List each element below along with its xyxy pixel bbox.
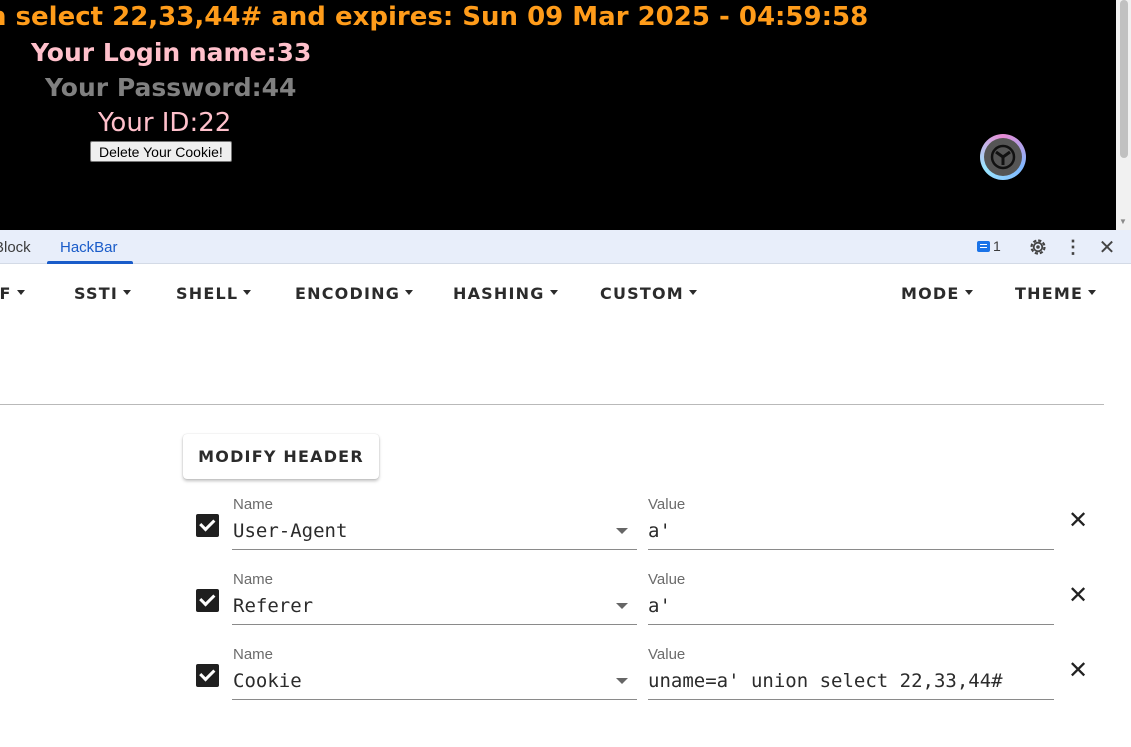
web-page: n select 22,33,44# and expires: Sun 09 M… (0, 0, 1116, 230)
extension-logo-icon (984, 138, 1022, 176)
header-row: Name Value Referer a' ✕ (0, 571, 1131, 646)
menu-rf[interactable]: RF (0, 284, 25, 303)
header-enabled-checkbox[interactable] (196, 514, 219, 537)
menu-encoding[interactable]: ENCODING (295, 284, 414, 303)
header-value-input[interactable]: a' (648, 516, 1054, 550)
caret-down-icon (549, 290, 558, 295)
id-text: Your ID:22 (98, 108, 232, 138)
devtools-tab-bar: Block HackBar 1 ⋮ ✕ (0, 230, 1131, 264)
caret-down-icon (1088, 290, 1097, 295)
value-label: Value (648, 496, 686, 513)
header-value-input[interactable]: uname=a' union select 22,33,44# (648, 666, 1054, 700)
menu-custom-label: CUSTOM (600, 284, 684, 303)
section-divider (0, 404, 1104, 405)
header-name-value: Referer (233, 595, 314, 617)
page-scrollbar[interactable]: ▼ (1116, 0, 1131, 230)
header-enabled-checkbox[interactable] (196, 589, 219, 612)
scrollbar-thumb[interactable] (1120, 0, 1128, 158)
tab-block[interactable]: Block (0, 239, 31, 256)
header-value-input[interactable]: a' (648, 591, 1054, 625)
caret-down-icon (405, 290, 414, 295)
cookie-expire-text: n select 22,33,44# and expires: Sun 09 M… (0, 2, 869, 32)
menu-hashing-label: HASHING (453, 284, 545, 303)
gear-icon[interactable] (1027, 236, 1049, 258)
dropdown-arrow-icon (616, 603, 628, 609)
menu-rf-label: RF (0, 284, 12, 303)
header-row: Name Value Cookie uname=a' union select … (0, 646, 1131, 721)
menu-mode[interactable]: MODE (901, 284, 973, 303)
caret-down-icon (688, 290, 697, 295)
header-name-value: User-Agent (233, 520, 348, 542)
header-enabled-checkbox[interactable] (196, 664, 219, 687)
name-label: Name (233, 496, 274, 513)
header-name-select[interactable]: Cookie (232, 666, 637, 700)
message-icon (977, 240, 990, 252)
name-label: Name (233, 646, 274, 663)
menu-theme-label: THEME (1015, 284, 1084, 303)
more-vert-icon[interactable]: ⋮ (1062, 236, 1084, 258)
header-row: Name Value User-Agent a' ✕ (0, 496, 1131, 571)
modify-header-button[interactable]: MODIFY HEADER (183, 434, 379, 479)
header-name-select[interactable]: User-Agent (232, 516, 637, 550)
caret-down-icon (123, 290, 131, 295)
caret-down-icon (964, 290, 973, 295)
remove-header-icon[interactable]: ✕ (1068, 659, 1088, 683)
menu-encoding-label: ENCODING (295, 284, 401, 303)
close-icon[interactable]: ✕ (1096, 236, 1118, 259)
value-label: Value (648, 646, 686, 663)
menu-custom[interactable]: CUSTOM (600, 284, 697, 303)
password-text: Your Password:44 (45, 73, 297, 102)
menu-theme[interactable]: THEME (1015, 284, 1097, 303)
value-label: Value (648, 571, 686, 588)
dropdown-arrow-icon (616, 678, 628, 684)
header-name-value: Cookie (233, 670, 302, 692)
login-name-text: Your Login name:33 (31, 38, 312, 67)
name-label: Name (233, 571, 274, 588)
menu-ssti-label: SSTI (74, 284, 118, 303)
menu-mode-label: MODE (901, 284, 960, 303)
remove-header-icon[interactable]: ✕ (1068, 584, 1088, 608)
menu-shell[interactable]: SHELL (176, 284, 252, 303)
tab-hackbar[interactable]: HackBar (60, 239, 118, 256)
menu-ssti[interactable]: SSTI (74, 284, 131, 303)
scroll-down-arrow-icon[interactable]: ▼ (1119, 217, 1127, 226)
menu-hashing[interactable]: HASHING (453, 284, 558, 303)
caret-down-icon (243, 290, 252, 295)
menu-shell-label: SHELL (176, 284, 239, 303)
header-name-select[interactable]: Referer (232, 591, 637, 625)
delete-cookie-button[interactable]: Delete Your Cookie! (90, 141, 232, 162)
issues-count: 1 (993, 238, 1001, 254)
extension-badge-icon[interactable] (980, 134, 1026, 180)
issues-counter[interactable]: 1 (977, 238, 1001, 254)
active-tab-indicator (47, 261, 133, 264)
remove-header-icon[interactable]: ✕ (1068, 509, 1088, 533)
caret-down-icon (16, 290, 25, 295)
dropdown-arrow-icon (616, 528, 628, 534)
